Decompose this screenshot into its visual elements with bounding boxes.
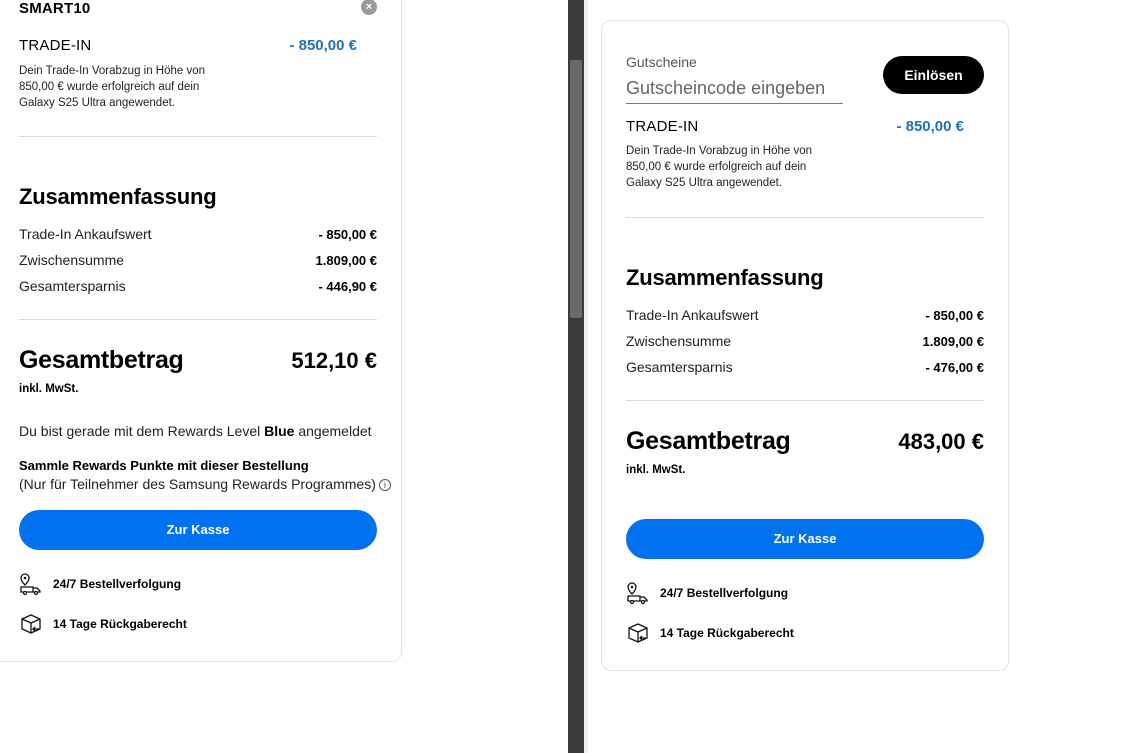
- redeem-voucher-button[interactable]: Einlösen: [883, 56, 984, 94]
- total-value: 483,00 €: [898, 429, 984, 454]
- trade-in-description: Dein Trade-In Vorabzug in Höhe von 850,0…: [626, 145, 813, 189]
- voucher-label: Gutscheine: [626, 54, 697, 70]
- summary-row-label: Zwischensumme: [19, 252, 125, 268]
- summary-row-label: Gesamtersparnis: [19, 278, 126, 294]
- summary-row-value: 1.809,00 €: [922, 334, 984, 349]
- summary-row-label: Trade-In Ankaufswert: [626, 307, 759, 323]
- checkout-button[interactable]: Zur Kasse: [19, 510, 377, 550]
- feature-return-policy: 14 Tage Rückgaberecht: [19, 612, 187, 636]
- rewards-level-name: Blue: [264, 423, 295, 439]
- trade-in-label: TRADE-IN: [626, 118, 699, 135]
- voucher-code-input[interactable]: [626, 74, 843, 104]
- total-value: 512,10 €: [291, 348, 377, 373]
- applied-coupon-code: SMART10: [19, 0, 91, 17]
- summary-row-label: Gesamtersparnis: [626, 359, 733, 375]
- summary-title: Zusammenfassung: [626, 265, 824, 290]
- vat-note: inkl. MwSt.: [19, 383, 79, 395]
- feature-label: 24/7 Bestellverfolgung: [660, 586, 789, 600]
- feature-label: 14 Tage Rückgaberecht: [53, 617, 187, 631]
- vat-note: inkl. MwSt.: [626, 464, 686, 476]
- summary-row-label: Zwischensumme: [626, 333, 732, 349]
- info-icon[interactable]: i: [378, 479, 391, 492]
- total-label: Gesamtbetrag: [19, 346, 184, 374]
- rewards-collect-note: (Nur für Teilnehmer des Samsung Rewards …: [19, 476, 391, 492]
- feature-return-policy: 14 Tage Rückgaberecht: [626, 621, 794, 645]
- delivery-tracking-icon: [627, 582, 648, 605]
- divider: [626, 400, 984, 401]
- trade-in-label: TRADE-IN: [19, 37, 92, 54]
- trade-in-description: Dein Trade-In Vorabzug in Höhe von 850,0…: [19, 65, 206, 109]
- feature-order-tracking: 24/7 Bestellverfolgung: [626, 581, 788, 605]
- rewards-level-text: Du bist gerade mit dem Rewards Level Blu…: [19, 423, 372, 439]
- checkout-button[interactable]: Zur Kasse: [626, 519, 984, 559]
- feature-label: 24/7 Bestellverfolgung: [53, 577, 182, 591]
- divider: [19, 319, 377, 320]
- return-box-icon: [21, 614, 41, 634]
- panel-gutter: [584, 0, 588, 753]
- return-box-icon: [628, 623, 648, 643]
- rewards-collect-title: Sammle Rewards Punkte mit dieser Bestell…: [19, 458, 309, 473]
- feature-label: 14 Tage Rückgaberecht: [660, 626, 794, 640]
- summary-row-value: - 476,00 €: [925, 360, 984, 375]
- summary-row-value: - 850,00 €: [318, 227, 377, 242]
- divider: [626, 217, 984, 218]
- delivery-tracking-icon: [20, 573, 41, 596]
- summary-row-value: - 850,00 €: [925, 308, 984, 323]
- page: SMART10 × TRADE-IN - 850,00 € Dein Trade…: [0, 0, 1130, 753]
- rewards-collect-subtitle: (Nur für Teilnehmer des Samsung Rewards …: [19, 476, 376, 492]
- scrollbar-thumb[interactable]: [570, 60, 582, 318]
- trade-in-amount: - 850,00 €: [289, 37, 357, 54]
- summary-row-value: - 446,90 €: [318, 279, 377, 294]
- feature-order-tracking: 24/7 Bestellverfolgung: [19, 572, 181, 596]
- rewards-level-prefix: Du bist gerade mit dem Rewards Level: [19, 423, 261, 439]
- summary-row-label: Trade-In Ankaufswert: [19, 226, 152, 242]
- trade-in-amount: - 850,00 €: [896, 118, 964, 135]
- total-label: Gesamtbetrag: [626, 427, 791, 455]
- rewards-level-suffix: angemeldet: [298, 423, 372, 439]
- summary-title: Zusammenfassung: [19, 184, 217, 209]
- summary-row-value: 1.809,00 €: [315, 253, 377, 268]
- divider: [19, 136, 377, 137]
